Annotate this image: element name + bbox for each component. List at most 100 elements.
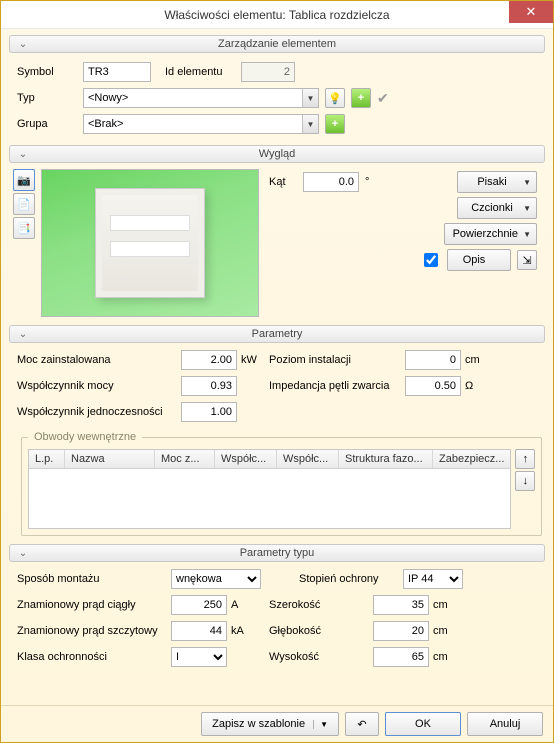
wys-label: Wysokość xyxy=(269,651,369,663)
moc-unit: kW xyxy=(241,354,265,366)
appearance-body: 📷 📄 📑 Kąt ° Pisaki▼ Czcionki▼ xyxy=(9,165,545,321)
file-button[interactable]: 📄 xyxy=(13,193,35,215)
obwody-fieldset: Obwody wewnętrzne L.p. Nazwa Moc z... Ws… xyxy=(21,431,542,536)
typ-label: Typ xyxy=(17,92,77,104)
id-input xyxy=(241,62,295,82)
col-wsp2[interactable]: Współc... xyxy=(277,450,339,468)
col-moc[interactable]: Moc z... xyxy=(155,450,215,468)
kat-label: Kąt xyxy=(269,176,297,188)
typ-add-button[interactable]: + xyxy=(351,88,371,108)
gleb-label: Głębokość xyxy=(269,625,369,637)
wys-input[interactable] xyxy=(373,647,429,667)
imp-label: Impedancja pętli zwarcia xyxy=(269,380,401,392)
wspjedn-label: Współczynnik jednoczesności xyxy=(17,406,177,418)
col-wsp1[interactable]: Współc... xyxy=(215,450,277,468)
pisaki-button[interactable]: Pisaki▼ xyxy=(457,171,537,193)
chevron-down-icon: ▼ xyxy=(313,720,328,729)
section-title: Parametry xyxy=(10,328,544,340)
grupa-add-button[interactable]: + xyxy=(325,114,345,134)
obwody-legend: Obwody wewnętrzne xyxy=(28,431,142,443)
grupa-label: Grupa xyxy=(17,118,77,130)
stopien-label: Stopień ochrony xyxy=(299,573,399,585)
szer-input[interactable] xyxy=(373,595,429,615)
table-body xyxy=(29,469,510,528)
moc-input[interactable] xyxy=(181,350,237,370)
move-down-button[interactable]: ↓ xyxy=(515,471,535,491)
window-title: Właściwości elementu: Tablica rozdzielcz… xyxy=(164,8,389,22)
section-header-type[interactable]: ⌄ Parametry typu xyxy=(9,544,545,562)
grupa-combo[interactable]: <Brak> ▼ xyxy=(83,114,319,134)
typ-bulb-button[interactable]: 💡 xyxy=(325,88,345,108)
titlebar: Właściwości elementu: Tablica rozdzielcz… xyxy=(1,1,553,29)
section-header-params[interactable]: ⌄ Parametry xyxy=(9,325,545,343)
chevron-down-icon: ▼ xyxy=(302,115,318,133)
section-title: Parametry typu xyxy=(10,547,544,559)
imp-unit: Ω xyxy=(465,380,473,392)
wspmocy-label: Współczynnik mocy xyxy=(17,380,177,392)
panel-graphic xyxy=(95,188,205,298)
prads-label: Znamionowy prąd szczytowy xyxy=(17,625,167,637)
grupa-value: <Brak> xyxy=(88,118,123,130)
poziom-unit: cm xyxy=(465,354,480,366)
type-body: Sposób montażu wnękowa Stopień ochrony I… xyxy=(9,564,545,672)
typ-check-icon: ✔ xyxy=(377,90,389,107)
opis-extra-button[interactable]: ⇲ xyxy=(517,250,537,270)
ok-button[interactable]: OK xyxy=(385,712,461,736)
prads-input[interactable] xyxy=(171,621,227,641)
sposob-label: Sposób montażu xyxy=(17,573,167,585)
kat-unit: ° xyxy=(365,176,369,188)
chevron-down-icon: ▼ xyxy=(523,178,531,187)
wspjedn-input[interactable] xyxy=(181,402,237,422)
kat-input[interactable] xyxy=(303,172,359,192)
move-up-button[interactable]: ↑ xyxy=(515,449,535,469)
section-header-management[interactable]: ⌄ Zarządzanie elementem xyxy=(9,35,545,53)
section-title: Zarządzanie elementem xyxy=(10,38,544,50)
section-title: Wygląd xyxy=(10,148,544,160)
col-lp[interactable]: L.p. xyxy=(29,450,65,468)
poziom-input[interactable] xyxy=(405,350,461,370)
typ-value: <Nowy> xyxy=(88,92,128,104)
management-body: Symbol Id elementu Typ <Nowy> ▼ 💡 + ✔ Gr… xyxy=(9,55,545,141)
opis-checkbox[interactable] xyxy=(424,253,438,267)
camera-button[interactable]: 📷 xyxy=(13,169,35,191)
symbol-input[interactable] xyxy=(83,62,151,82)
col-struktura[interactable]: Struktura fazo... xyxy=(339,450,433,468)
imp-input[interactable] xyxy=(405,376,461,396)
section-header-appearance[interactable]: ⌄ Wygląd xyxy=(9,145,545,163)
gleb-input[interactable] xyxy=(373,621,429,641)
copy-button[interactable]: 📑 xyxy=(13,217,35,239)
chevron-down-icon: ▼ xyxy=(523,230,531,239)
stopien-select[interactable]: IP 44 xyxy=(403,569,463,589)
preview-image xyxy=(41,169,259,317)
chevron-down-icon: ▼ xyxy=(302,89,318,107)
footer: Zapisz w szablonie ▼ ↶ OK Anuluj xyxy=(1,705,553,742)
save-template-button[interactable]: Zapisz w szablonie ▼ xyxy=(201,712,339,736)
klasa-select[interactable]: I xyxy=(171,647,227,667)
col-zabezp[interactable]: Zabezpiecz... xyxy=(433,450,510,468)
chevron-down-icon: ▼ xyxy=(523,204,531,213)
sposob-select[interactable]: wnękowa xyxy=(171,569,261,589)
close-button[interactable]: ✕ xyxy=(509,1,553,23)
circuits-table[interactable]: L.p. Nazwa Moc z... Współc... Współc... … xyxy=(28,449,511,529)
wys-unit: cm xyxy=(433,651,448,663)
gleb-unit: cm xyxy=(433,625,448,637)
pradc-unit: A xyxy=(231,599,255,611)
prads-unit: kA xyxy=(231,625,255,637)
klasa-label: Klasa ochronności xyxy=(17,651,167,663)
undo-button[interactable]: ↶ xyxy=(345,712,379,736)
params-body: Moc zainstalowana kW Poziom instalacji c… xyxy=(9,345,545,540)
typ-combo[interactable]: <Nowy> ▼ xyxy=(83,88,319,108)
content: ⌄ Zarządzanie elementem Symbol Id elemen… xyxy=(1,29,553,705)
cancel-button[interactable]: Anuluj xyxy=(467,712,543,736)
moc-label: Moc zainstalowana xyxy=(17,354,177,366)
opis-button[interactable]: Opis xyxy=(447,249,511,271)
czcionki-button[interactable]: Czcionki▼ xyxy=(457,197,537,219)
powierzchnie-button[interactable]: Powierzchnie▼ xyxy=(444,223,537,245)
id-label: Id elementu xyxy=(165,66,235,78)
pradc-input[interactable] xyxy=(171,595,227,615)
szer-unit: cm xyxy=(433,599,448,611)
col-nazwa[interactable]: Nazwa xyxy=(65,450,155,468)
poziom-label: Poziom instalacji xyxy=(269,354,401,366)
pradc-label: Znamionowy prąd ciągły xyxy=(17,599,167,611)
wspmocy-input[interactable] xyxy=(181,376,237,396)
